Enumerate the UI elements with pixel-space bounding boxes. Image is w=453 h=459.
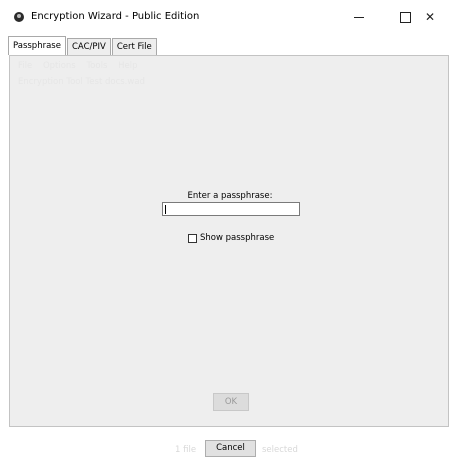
- minimize-icon: [354, 16, 364, 18]
- background-path: Encryption Tool Test docs.wad: [18, 77, 145, 87]
- cancel-button[interactable]: Cancel: [205, 440, 256, 457]
- ok-button[interactable]: OK: [213, 393, 249, 411]
- passphrase-input[interactable]: [162, 202, 300, 216]
- title-bar: Encryption Wizard - Public Edition ✕: [0, 0, 453, 34]
- tab-cert-file[interactable]: Cert File: [111, 38, 157, 55]
- window-title: Encryption Wizard - Public Edition: [31, 11, 200, 22]
- tab-cac-piv[interactable]: CAC/PIV: [66, 38, 111, 55]
- passphrase-panel: File Options Tools Help Encryption Tool …: [9, 55, 449, 427]
- show-passphrase-row[interactable]: Show passphrase: [188, 233, 274, 243]
- background-menu-item: Help: [118, 61, 138, 71]
- background-status-right: selected: [262, 445, 298, 455]
- background-status-left: 1 file: [175, 445, 197, 455]
- close-icon: ✕: [424, 10, 436, 24]
- background-menu-item: Tools: [86, 61, 108, 71]
- app-icon: [14, 12, 24, 22]
- text-caret: [165, 205, 166, 214]
- minimize-button[interactable]: [336, 0, 382, 34]
- tab-passphrase[interactable]: Passphrase: [8, 36, 66, 55]
- background-menu-item: File: [18, 61, 33, 71]
- show-passphrase-label[interactable]: Show passphrase: [200, 233, 274, 243]
- auth-tabs: Passphrase CAC/PIV Cert File: [8, 36, 158, 56]
- background-menu-item: Options: [42, 61, 76, 71]
- show-passphrase-checkbox[interactable]: [188, 233, 197, 243]
- close-button[interactable]: ✕: [407, 0, 453, 34]
- background-menu: File Options Tools Help: [18, 61, 145, 71]
- passphrase-prompt: Enter a passphrase:: [187, 191, 273, 201]
